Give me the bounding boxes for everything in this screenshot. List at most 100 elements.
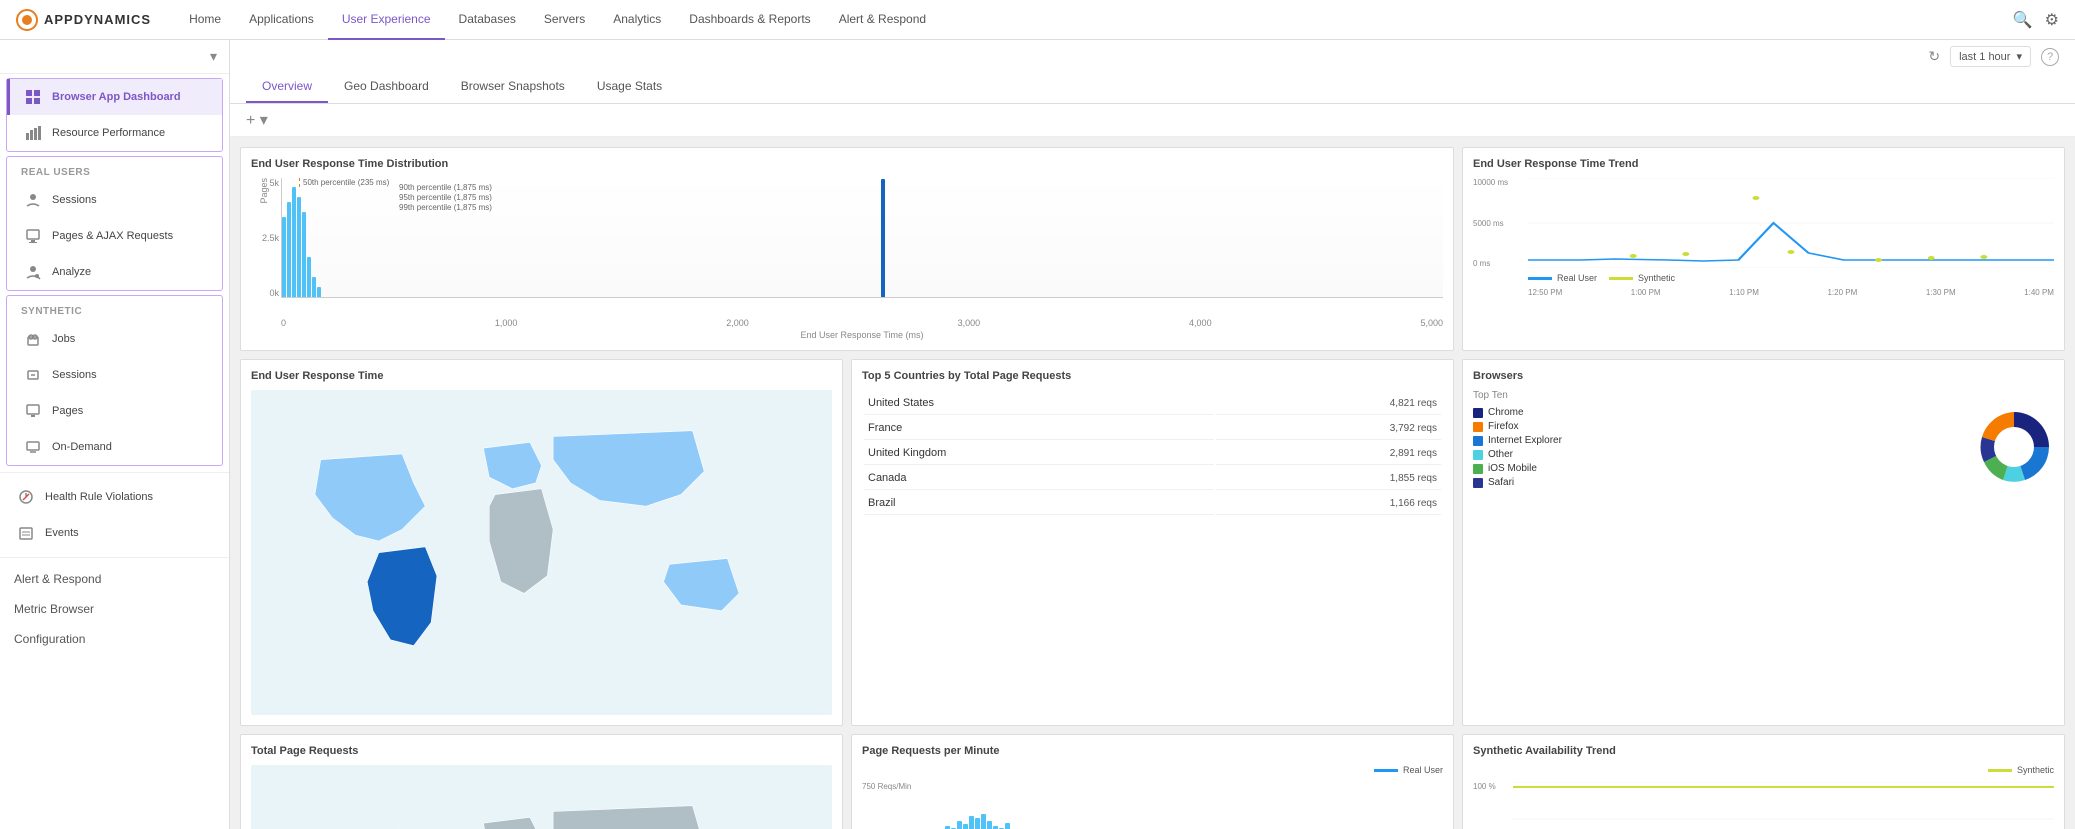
sidebar-item-resource-performance[interactable]: Resource Performance	[7, 115, 222, 151]
tab-overview[interactable]: Overview	[246, 71, 328, 103]
sidebar-bottom-config[interactable]: Configuration	[0, 624, 229, 654]
sidebar-bottom-metric[interactable]: Metric Browser	[0, 594, 229, 624]
world-map-svg	[251, 390, 832, 715]
panel-total-page-requests: Total Page Requests	[240, 734, 843, 829]
nav-user-experience[interactable]: User Experience	[328, 0, 445, 40]
nav-dashboards[interactable]: Dashboards & Reports	[675, 0, 824, 40]
trend-x-110: 1:10 PM	[1729, 288, 1759, 297]
app-logo: APPDYNAMICS	[16, 9, 151, 31]
trend-legend-real: Real User	[1557, 273, 1597, 283]
browsers-subtitle: Top Ten	[1473, 390, 2054, 401]
sidebar-jobs-label: Jobs	[52, 333, 75, 345]
legend-firefox: Firefox	[1473, 421, 1964, 432]
legend-ie: Internet Explorer	[1473, 435, 1964, 446]
reqs-legend-real: Real User	[1403, 765, 1443, 775]
refresh-icon[interactable]: ↻	[1928, 48, 1940, 65]
legend-chrome-label: Chrome	[1488, 407, 1524, 418]
response-trend-chart	[1528, 178, 2054, 268]
table-row: Brazil 1,166 reqs	[864, 492, 1441, 515]
table-row: Canada 1,855 reqs	[864, 467, 1441, 490]
trend-x-120: 1:20 PM	[1827, 288, 1857, 297]
panel-top-countries-title: Top 5 Countries by Total Page Requests	[862, 370, 1443, 382]
reqs-fr: 3,792 reqs	[1216, 417, 1441, 440]
tab-usage-stats[interactable]: Usage Stats	[581, 71, 678, 103]
sidebar-item-pages[interactable]: Pages	[7, 393, 222, 429]
browsers-donut-chart	[1974, 407, 2054, 487]
content-area: ↻ last 1 hour ▾ ? Overview Geo Dashboard…	[230, 40, 2075, 829]
nav-alert[interactable]: Alert & Respond	[825, 0, 940, 40]
sidebar-sessions-real-label: Sessions	[52, 194, 97, 206]
panel-page-reqs-title: Page Requests per Minute	[862, 745, 1443, 757]
sidebar-item-health-rules[interactable]: Health Rule Violations	[0, 479, 229, 515]
trend-x-130: 1:30 PM	[1926, 288, 1956, 297]
nav-databases[interactable]: Databases	[445, 0, 530, 40]
nav-home[interactable]: Home	[175, 0, 235, 40]
sidebar-item-browser-app-dashboard[interactable]: Browser App Dashboard	[7, 79, 222, 115]
reqs-us: 4,821 reqs	[1216, 392, 1441, 415]
help-icon[interactable]: ?	[2041, 48, 2059, 66]
sidebar-label-resource-perf: Resource Performance	[52, 127, 165, 139]
reqs-ca: 1,855 reqs	[1216, 467, 1441, 490]
legend-ie-label: Internet Explorer	[1488, 435, 1562, 446]
percentile-90th: 90th percentile (1,875 ms)	[396, 183, 492, 192]
sidebar-label-browser-app: Browser App Dashboard	[52, 91, 181, 103]
nav-servers[interactable]: Servers	[530, 0, 599, 40]
legend-ios-label: iOS Mobile	[1488, 463, 1537, 474]
sidebar-item-sessions-real[interactable]: Sessions	[7, 182, 222, 218]
synth-availability-chart	[1513, 782, 2054, 829]
time-selector[interactable]: last 1 hour ▾	[1950, 46, 2031, 67]
reqs-uk: 2,891 reqs	[1216, 442, 1441, 465]
trend-x-1250: 12:50 PM	[1528, 288, 1562, 297]
tab-geo-dashboard[interactable]: Geo Dashboard	[328, 71, 445, 103]
logo-icon	[16, 9, 38, 31]
real-users-section-label: REAL USERS	[7, 157, 222, 182]
table-row: United States 4,821 reqs	[864, 392, 1441, 415]
world-map-response	[251, 390, 832, 715]
legend-safari-label: Safari	[1488, 477, 1514, 488]
main-layout: ▾ Browser App Dashboard Resource Perform…	[0, 40, 2075, 829]
plus-icon[interactable]: + ▾	[246, 112, 268, 129]
sidebar: ▾ Browser App Dashboard Resource Perform…	[0, 40, 230, 829]
synth-y-100: 100 %	[1473, 782, 1509, 791]
content-header: ↻ last 1 hour ▾ ? Overview Geo Dashboard…	[230, 40, 2075, 104]
sidebar-item-on-demand[interactable]: On-Demand	[7, 429, 222, 465]
events-icon	[17, 524, 35, 542]
analyze-icon	[24, 263, 42, 281]
pages-icon	[24, 402, 42, 420]
sidebar-item-sessions-synth[interactable]: Sessions	[7, 357, 222, 393]
trend-y-0: 0 ms	[1473, 259, 1523, 268]
legend-other-label: Other	[1488, 449, 1513, 460]
monitor-icon	[24, 227, 42, 245]
tab-browser-snapshots[interactable]: Browser Snapshots	[445, 71, 581, 103]
panel-response-dist-title: End User Response Time Distribution	[251, 158, 1443, 170]
time-dropdown-icon: ▾	[2016, 50, 2022, 63]
legend-safari: Safari	[1473, 477, 1964, 488]
sidebar-analyze-label: Analyze	[52, 266, 91, 278]
synth-legend-label: Synthetic	[2017, 765, 2054, 775]
sidebar-toggle[interactable]: ▾	[0, 40, 229, 74]
jobs-icon	[24, 330, 42, 348]
sidebar-on-demand-label: On-Demand	[52, 441, 112, 453]
synthetic-section-label: SYNTHETIC	[7, 296, 222, 321]
sidebar-item-jobs[interactable]: Jobs	[7, 321, 222, 357]
add-widget-row[interactable]: + ▾	[230, 104, 2075, 137]
legend-firefox-label: Firefox	[1488, 421, 1519, 432]
sidebar-item-events[interactable]: Events	[0, 515, 229, 551]
sidebar-bottom-alert[interactable]: Alert & Respond	[0, 564, 229, 594]
nav-analytics[interactable]: Analytics	[599, 0, 675, 40]
search-icon[interactable]: 🔍	[2013, 10, 2033, 30]
sidebar-item-pages-ajax[interactable]: Pages & AJAX Requests	[7, 218, 222, 254]
nav-right-controls: 🔍 ⚙	[2013, 10, 2059, 30]
nav-menu: Home Applications User Experience Databa…	[175, 0, 2013, 40]
trend-legend-synthetic: Synthetic	[1638, 273, 1675, 283]
nav-applications[interactable]: Applications	[235, 0, 328, 40]
collapse-icon[interactable]: ▾	[210, 48, 217, 65]
sidebar-item-analyze[interactable]: Analyze	[7, 254, 222, 290]
total-requests-map-svg	[251, 765, 832, 829]
gear-icon[interactable]: ⚙	[2045, 10, 2059, 30]
time-selector-label: last 1 hour	[1959, 51, 2010, 63]
y-label-0k: 0k	[251, 288, 279, 298]
sidebar-pages-label: Pages	[52, 405, 83, 417]
panel-browsers: Browsers Top Ten Chrome Firefox	[1462, 359, 2065, 726]
sidebar-pages-ajax-label: Pages & AJAX Requests	[52, 230, 173, 242]
